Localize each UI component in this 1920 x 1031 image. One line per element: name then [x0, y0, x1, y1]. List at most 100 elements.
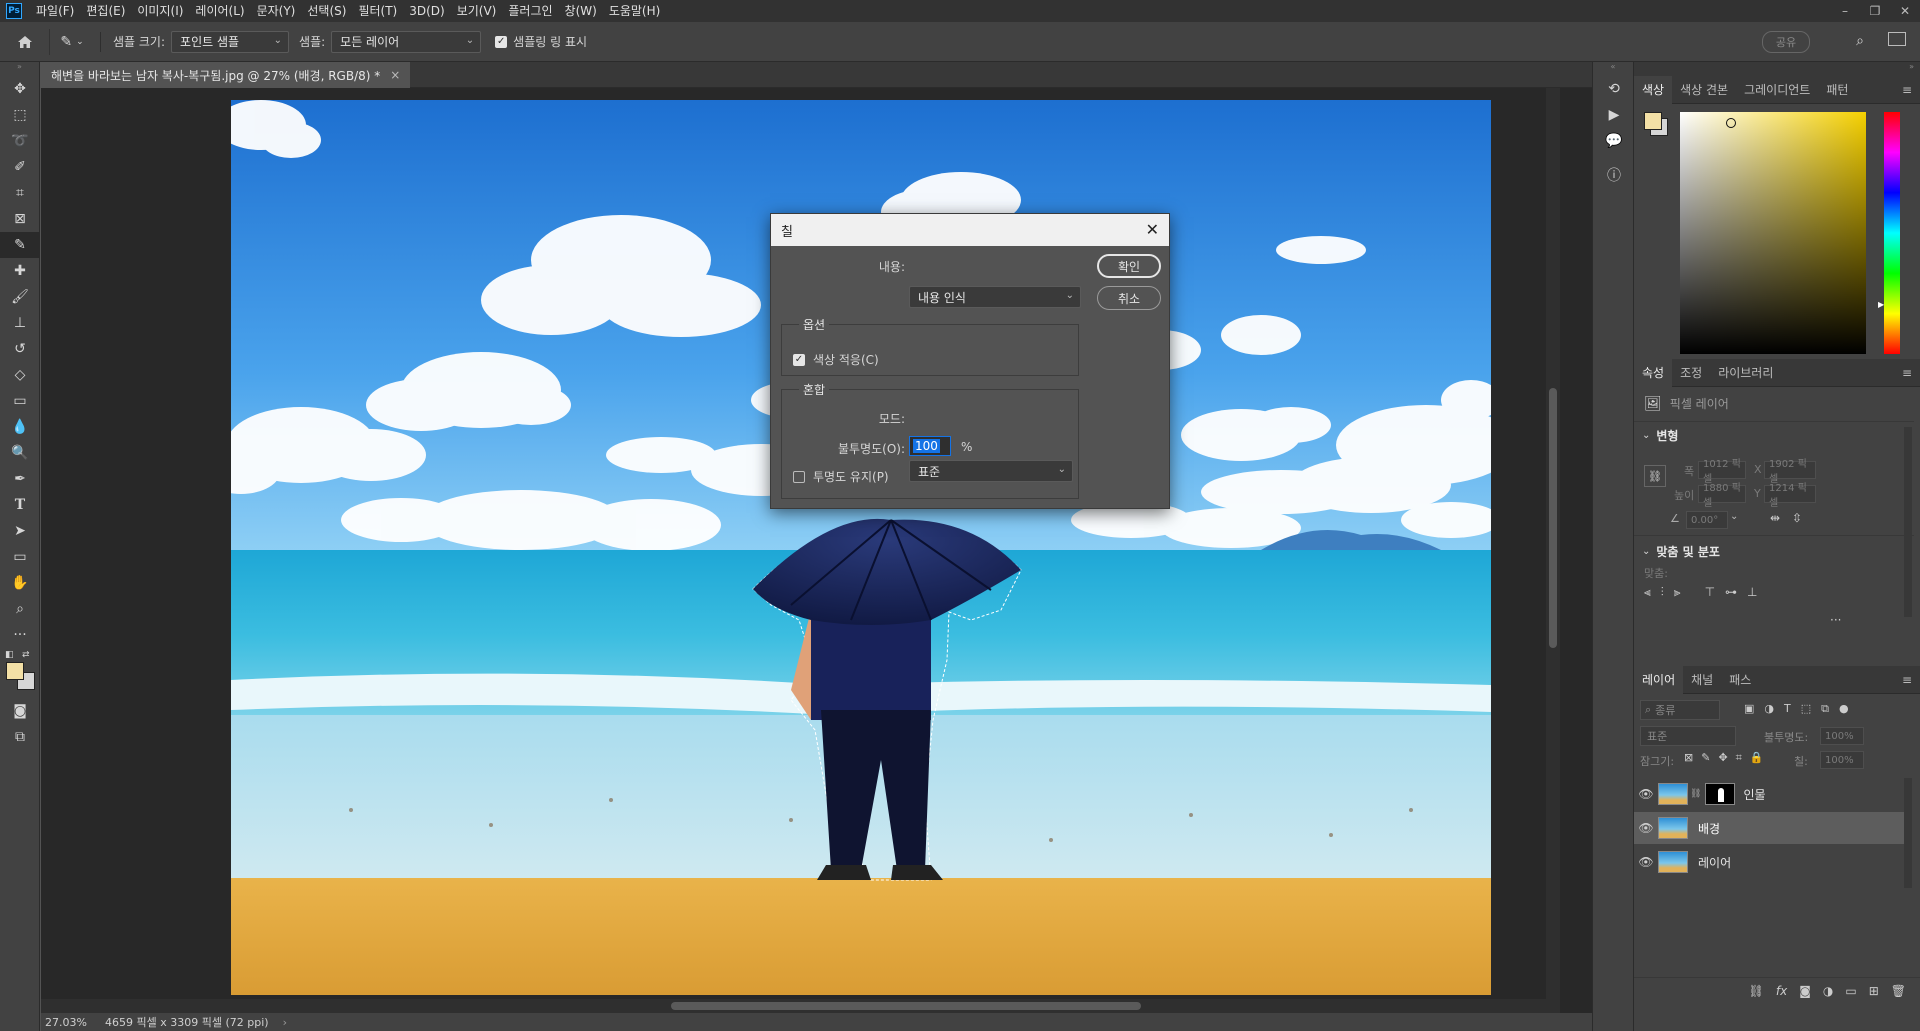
panel-menu-icon[interactable]: ≡	[1902, 366, 1912, 380]
menu-edit[interactable]: 편집(E)	[80, 0, 131, 22]
width-input[interactable]: 1012 픽셀	[1698, 459, 1746, 485]
document-tab[interactable]: 해변을 바라보는 남자 복사-복구됨.jpg @ 27% (배경, RGB/8)…	[41, 62, 411, 88]
fx-icon[interactable]: fx	[1776, 984, 1787, 998]
crop-tool-icon[interactable]: ⌗	[0, 180, 40, 206]
quick-mask-icon[interactable]: ◙	[0, 698, 40, 724]
minimize-icon[interactable]: –	[1830, 0, 1860, 22]
tab-paths[interactable]: 패스	[1721, 666, 1759, 694]
clone-stamp-tool-icon[interactable]: ⊥	[0, 310, 40, 336]
filter-shape-icon[interactable]: ⬚	[1801, 702, 1811, 716]
chevron-down-icon[interactable]: ⌄	[1730, 511, 1738, 522]
visibility-eye-icon[interactable]: 👁	[1634, 855, 1658, 869]
menu-layer[interactable]: 레이어(L)	[189, 0, 250, 22]
more-tools-icon[interactable]: ···	[0, 622, 40, 648]
new-group-icon[interactable]: ▭	[1845, 984, 1856, 998]
blend-mode-dropdown[interactable]: 표준	[1640, 726, 1736, 746]
eraser-tool-icon[interactable]: ◇	[0, 362, 40, 388]
layer-row[interactable]: 👁 레이어	[1634, 846, 1904, 878]
filter-toggle-icon[interactable]: ●	[1839, 702, 1849, 716]
lock-pixels-icon[interactable]: ✎	[1701, 751, 1710, 765]
angle-input[interactable]: 0.00°	[1686, 511, 1728, 529]
color-adapt-checkbox[interactable]: ✓	[793, 353, 805, 366]
dialog-titlebar[interactable]: 칠 ✕	[771, 214, 1169, 246]
horizontal-scrollbar[interactable]	[41, 999, 1546, 1013]
zoom-tool-icon[interactable]: ⌕	[0, 596, 40, 622]
filter-smart-object-icon[interactable]: ⧉	[1821, 702, 1829, 716]
show-ring-checkbox[interactable]: ✓	[495, 35, 508, 48]
new-adjustment-icon[interactable]: ◑	[1823, 984, 1833, 998]
tab-properties[interactable]: 속성	[1634, 358, 1673, 387]
sample-size-dropdown[interactable]: 포인트 샘플 ⌄	[171, 30, 290, 53]
visibility-eye-icon[interactable]: 👁	[1634, 821, 1658, 835]
sample-dropdown[interactable]: 모든 레이어 ⌄	[331, 30, 482, 53]
color-adapt-label[interactable]: 색상 적응(C)	[813, 351, 879, 368]
content-dropdown[interactable]: 내용 인식 ⌄	[909, 286, 1081, 308]
layer-row-selected[interactable]: 👁 배경	[1634, 812, 1904, 844]
lasso-tool-icon[interactable]: ➰	[0, 128, 40, 154]
close-icon[interactable]: ✕	[1146, 220, 1159, 239]
comments-panel-icon[interactable]: 💬	[1593, 128, 1635, 154]
lock-artboard-icon[interactable]: ⌗	[1736, 751, 1742, 765]
gradient-tool-icon[interactable]: ▭	[0, 388, 40, 414]
tab-layers[interactable]: 레이어	[1634, 665, 1684, 694]
tab-patterns[interactable]: 패턴	[1818, 76, 1856, 104]
menu-plugins[interactable]: 플러그인	[502, 0, 558, 22]
transform-section-header[interactable]: ⌄ 변형	[1642, 427, 1678, 444]
pen-tool-icon[interactable]: ✒	[0, 466, 40, 492]
history-brush-tool-icon[interactable]: ↺	[0, 336, 40, 362]
rectangle-tool-icon[interactable]: ▭	[0, 544, 40, 570]
menu-file[interactable]: 파일(F)	[30, 0, 80, 22]
link-layers-icon[interactable]: ⛓	[1749, 984, 1764, 998]
screen-mode-icon[interactable]: ⧉	[0, 724, 40, 750]
align-left-icon[interactable]: ⫷	[1644, 585, 1651, 600]
vertical-scroll-thumb[interactable]	[1549, 388, 1557, 648]
filter-pixel-icon[interactable]: ▣	[1744, 702, 1754, 716]
layer-row[interactable]: 👁 ⛓ 인물	[1634, 778, 1904, 810]
align-section-header[interactable]: ⌄ 맞춤 및 분포	[1642, 543, 1720, 560]
ok-button[interactable]: 확인	[1097, 254, 1161, 278]
brush-tool-icon[interactable]: 🖌	[0, 284, 40, 310]
opacity-input[interactable]: 100	[909, 436, 951, 456]
blur-tool-icon[interactable]: 💧	[0, 414, 40, 440]
mask-link-icon[interactable]: ⛓	[1690, 789, 1701, 799]
align-hcenter-icon[interactable]: ⫶	[1661, 585, 1664, 600]
x-input[interactable]: 1902 픽셀	[1764, 459, 1816, 485]
filter-type-icon[interactable]: T	[1784, 702, 1791, 716]
collapse-arrows-icon[interactable]: »	[0, 62, 39, 76]
preserve-transparency-label[interactable]: 투명도 유지(P)	[813, 468, 889, 485]
share-button[interactable]: 공유	[1762, 31, 1810, 53]
align-vcenter-icon[interactable]: ⊶	[1725, 585, 1737, 600]
path-selection-tool-icon[interactable]: ➤	[0, 518, 40, 544]
fill-input[interactable]: 100%	[1820, 751, 1864, 769]
add-mask-icon[interactable]: ◙	[1799, 984, 1811, 998]
cancel-button[interactable]: 취소	[1097, 286, 1161, 310]
lock-transparent-icon[interactable]: ⊠	[1684, 751, 1693, 765]
tab-gradients[interactable]: 그레이디언트	[1736, 76, 1818, 104]
layer-opacity-input[interactable]: 100%	[1820, 727, 1864, 745]
search-icon[interactable]: ⌕	[1856, 33, 1864, 49]
menu-select[interactable]: 선택(S)	[301, 0, 352, 22]
layers-scrollbar[interactable]	[1904, 778, 1912, 888]
panel-menu-icon[interactable]: ≡	[1902, 673, 1912, 687]
info-panel-icon[interactable]: ⓘ	[1593, 162, 1635, 188]
foreground-color-swatch[interactable]	[6, 662, 24, 680]
tab-color[interactable]: 색상	[1634, 75, 1673, 104]
tab-channels[interactable]: 채널	[1683, 666, 1721, 694]
history-panel-icon[interactable]: ⟲	[1593, 76, 1635, 102]
home-icon[interactable]	[0, 28, 50, 55]
swap-colors-icon[interactable]: ⇄	[22, 650, 30, 660]
dodge-tool-icon[interactable]: 🔍	[0, 440, 40, 466]
eyedropper-tool-icon[interactable]: ✎	[0, 232, 40, 258]
height-input[interactable]: 1880 픽셀	[1698, 483, 1746, 509]
workspace-icon[interactable]	[1888, 32, 1906, 46]
preserve-transparency-checkbox[interactable]	[793, 470, 805, 483]
menu-filter[interactable]: 필터(T)	[352, 0, 403, 22]
more-options-icon[interactable]: ···	[1830, 613, 1841, 627]
eyedropper-preset-icon[interactable]: ✎ ⌄	[50, 29, 94, 55]
menu-help[interactable]: 도움말(H)	[603, 0, 667, 22]
visibility-eye-icon[interactable]: 👁	[1634, 787, 1658, 801]
hand-tool-icon[interactable]: ✋	[0, 570, 40, 596]
menu-image[interactable]: 이미지(I)	[131, 0, 189, 22]
mode-dropdown[interactable]: 표준 ⌄	[909, 460, 1073, 482]
marquee-tool-icon[interactable]: ⬚	[0, 102, 40, 128]
